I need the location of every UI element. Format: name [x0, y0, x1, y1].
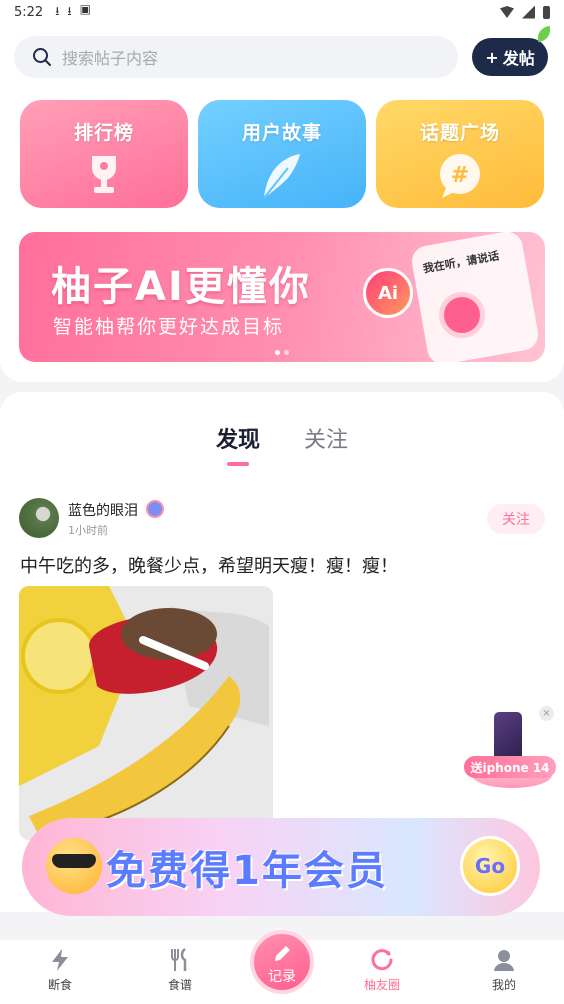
status-bar: 5:22 ⭳ ⭳ ▣: [0, 0, 564, 24]
nav-label: 我的: [491, 978, 516, 992]
post-username[interactable]: 蓝色的眼泪: [68, 500, 138, 520]
carousel-dots: [275, 350, 289, 355]
banner-subtitle: 智能柚帮你更好达成目标: [53, 316, 285, 338]
tab-following[interactable]: 关注: [304, 422, 348, 454]
status-time: 5:22: [14, 4, 44, 20]
lightning-icon: [52, 949, 68, 971]
hashtag-bubble-icon: #: [440, 154, 480, 198]
nav-label: 柚友圈: [363, 978, 400, 992]
go-button[interactable]: Go: [460, 836, 520, 896]
microphone-icon: [439, 292, 485, 338]
post-button[interactable]: + 发帖: [472, 25, 554, 76]
search-placeholder: 搜索帖子内容: [62, 49, 159, 68]
notification-icon: ▣: [79, 1, 91, 16]
record-label: 记录: [268, 969, 296, 985]
nav-profile[interactable]: 我的: [464, 948, 544, 993]
pencil-icon: [275, 946, 290, 961]
battery-icon: [543, 5, 550, 19]
nav-recipes[interactable]: 食谱: [140, 948, 220, 993]
tab-discover[interactable]: 发现: [216, 422, 260, 466]
carousel-dot: [275, 350, 280, 355]
promo-text: 免费得1年会员: [106, 848, 388, 894]
post-button-label: 发帖: [502, 49, 535, 68]
search-bar[interactable]: 搜索帖子内容: [14, 36, 458, 78]
top-section: 搜索帖子内容 + 发帖 排行榜 用户故事 话题广场 # 柚子AI更懂你 智能柚帮…: [0, 24, 564, 382]
search-icon: [33, 48, 51, 66]
nav-community[interactable]: 柚友圈: [342, 948, 422, 993]
post-time: 1小时前: [68, 524, 108, 537]
svg-text:#: #: [451, 163, 469, 188]
nav-label: 食谱: [167, 978, 192, 992]
ai-banner[interactable]: 柚子AI更懂你 智能柚帮你更好达成目标 我在听，请说话 Ai: [19, 232, 545, 362]
membership-promo-banner[interactable]: 免费得1年会员 Go: [22, 818, 540, 916]
tile-label: 话题广场: [419, 122, 500, 144]
feather-icon: [263, 154, 300, 199]
verified-badge-icon: [146, 500, 164, 518]
tile-ranking[interactable]: 排行榜: [20, 100, 188, 208]
nav-fasting[interactable]: 断食: [20, 948, 100, 993]
follow-button[interactable]: 关注: [487, 504, 545, 534]
feed-tabs: 发现 关注: [0, 422, 564, 466]
tile-label: 用户故事: [241, 122, 322, 144]
carousel-dot: [284, 350, 289, 355]
tile-label: 排行榜: [73, 122, 134, 144]
tile-topic-square[interactable]: 话题广场 #: [376, 100, 544, 208]
fork-knife-icon: [171, 948, 187, 971]
wifi-icon: [500, 6, 514, 18]
leaf-icon: [534, 25, 554, 43]
avatar[interactable]: [19, 498, 59, 538]
nav-label: 断食: [47, 978, 72, 992]
download-icon: ⭳: [55, 3, 60, 18]
profile-icon: [494, 950, 514, 971]
ai-badge: Ai: [363, 268, 413, 318]
circle-refresh-icon: [371, 949, 393, 971]
post-photo: [19, 586, 273, 840]
signal-icon: [522, 5, 535, 19]
close-icon[interactable]: ×: [539, 706, 554, 721]
sunglasses-icon: [52, 854, 96, 868]
post-text: 中午吃的多，晚餐少点，希望明天瘦！瘦！瘦！: [20, 556, 398, 577]
post-image[interactable]: [19, 586, 273, 840]
record-button[interactable]: 记录: [250, 930, 314, 994]
promo-label: 送iphone 14: [464, 756, 556, 778]
banner-title: 柚子AI更懂你: [51, 264, 311, 310]
plus-icon: +: [485, 47, 499, 67]
trophy-icon: [92, 156, 116, 193]
download-icon: ⭳: [67, 3, 72, 18]
listening-text: 我在听，请说话: [422, 249, 501, 276]
tile-user-stories[interactable]: 用户故事: [198, 100, 366, 208]
